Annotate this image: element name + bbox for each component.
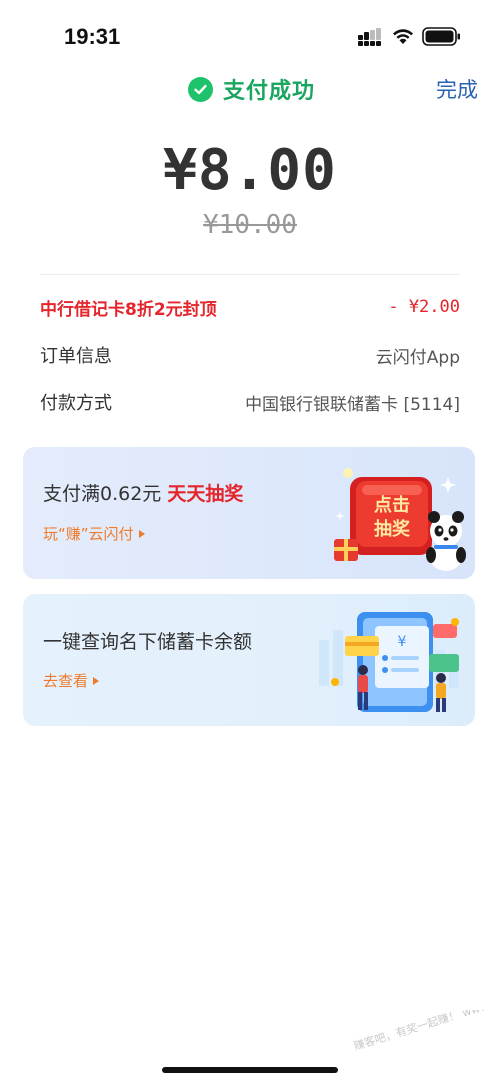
paid-amount: ¥8.00	[163, 138, 337, 203]
wifi-icon	[393, 29, 413, 44]
lottery-illustration: 点击 抽奖	[334, 468, 466, 571]
lottery-art-line2: 抽奖	[374, 518, 411, 540]
discount-value: - ¥2.00	[388, 297, 460, 317]
payment-method-value: 中国银行银联储蓄卡 [5114]	[245, 394, 460, 415]
order-info-value: 云闪付App	[375, 347, 460, 368]
divider	[40, 274, 460, 275]
balance-query-card[interactable]: 一键查询名下储蓄卡余额 去查看 ¥	[23, 594, 475, 726]
original-amount: ¥10.00	[203, 210, 297, 240]
lottery-title-prefix: 支付满0.62元	[43, 483, 168, 505]
chevron-right-icon	[138, 529, 145, 538]
page-title: 支付成功	[223, 79, 316, 104]
battery-icon	[422, 27, 460, 46]
chevron-right-icon	[93, 676, 100, 685]
watermark-text: 赚客吧，有奖一起赚！ www.zuanke8.com	[352, 1010, 500, 1053]
home-indicator[interactable]	[162, 1067, 338, 1073]
status-bar: 19:31	[0, 0, 500, 74]
lottery-link-label: 玩“赚”云闪付	[43, 525, 134, 543]
balance-illustration: ¥	[319, 612, 459, 712]
order-info-row[interactable]: 订单信息 云闪付App	[40, 340, 460, 370]
lottery-promo-card[interactable]: 支付满0.62元 天天抽奖 玩“赚”云闪付 点击 抽奖	[23, 447, 475, 579]
header: 支付成功 完成	[0, 70, 500, 110]
payment-method-label: 付款方式	[40, 393, 112, 414]
balance-card-link[interactable]: 去查看	[43, 670, 100, 691]
discount-label: 中行借记卡8折2元封顶	[40, 299, 217, 320]
payment-method-row: 付款方式 中国银行银联储蓄卡 [5114]	[40, 387, 460, 417]
lottery-art-line1: 点击	[374, 494, 410, 516]
done-button[interactable]: 完成	[436, 74, 478, 104]
lottery-card-title: 支付满0.62元 天天抽奖	[43, 479, 243, 506]
watermark: 赚客吧，有奖一起赚！ www.zuanke8.com	[352, 1010, 500, 1053]
status-time: 19:31	[64, 24, 121, 49]
lottery-card-link[interactable]: 玩“赚”云闪付	[43, 523, 145, 544]
balance-card-title: 一键查询名下储蓄卡余额	[43, 631, 253, 653]
balance-art-symbol: ¥	[398, 634, 407, 650]
success-status: 支付成功	[188, 74, 315, 104]
signal-icon	[358, 28, 384, 46]
discount-row: 中行借记卡8折2元封顶 - ¥2.00	[40, 292, 460, 322]
order-info-label: 订单信息	[40, 346, 112, 367]
check-icon	[188, 76, 213, 102]
balance-link-label: 去查看	[43, 672, 89, 690]
lottery-title-highlight: 天天抽奖	[167, 483, 244, 505]
